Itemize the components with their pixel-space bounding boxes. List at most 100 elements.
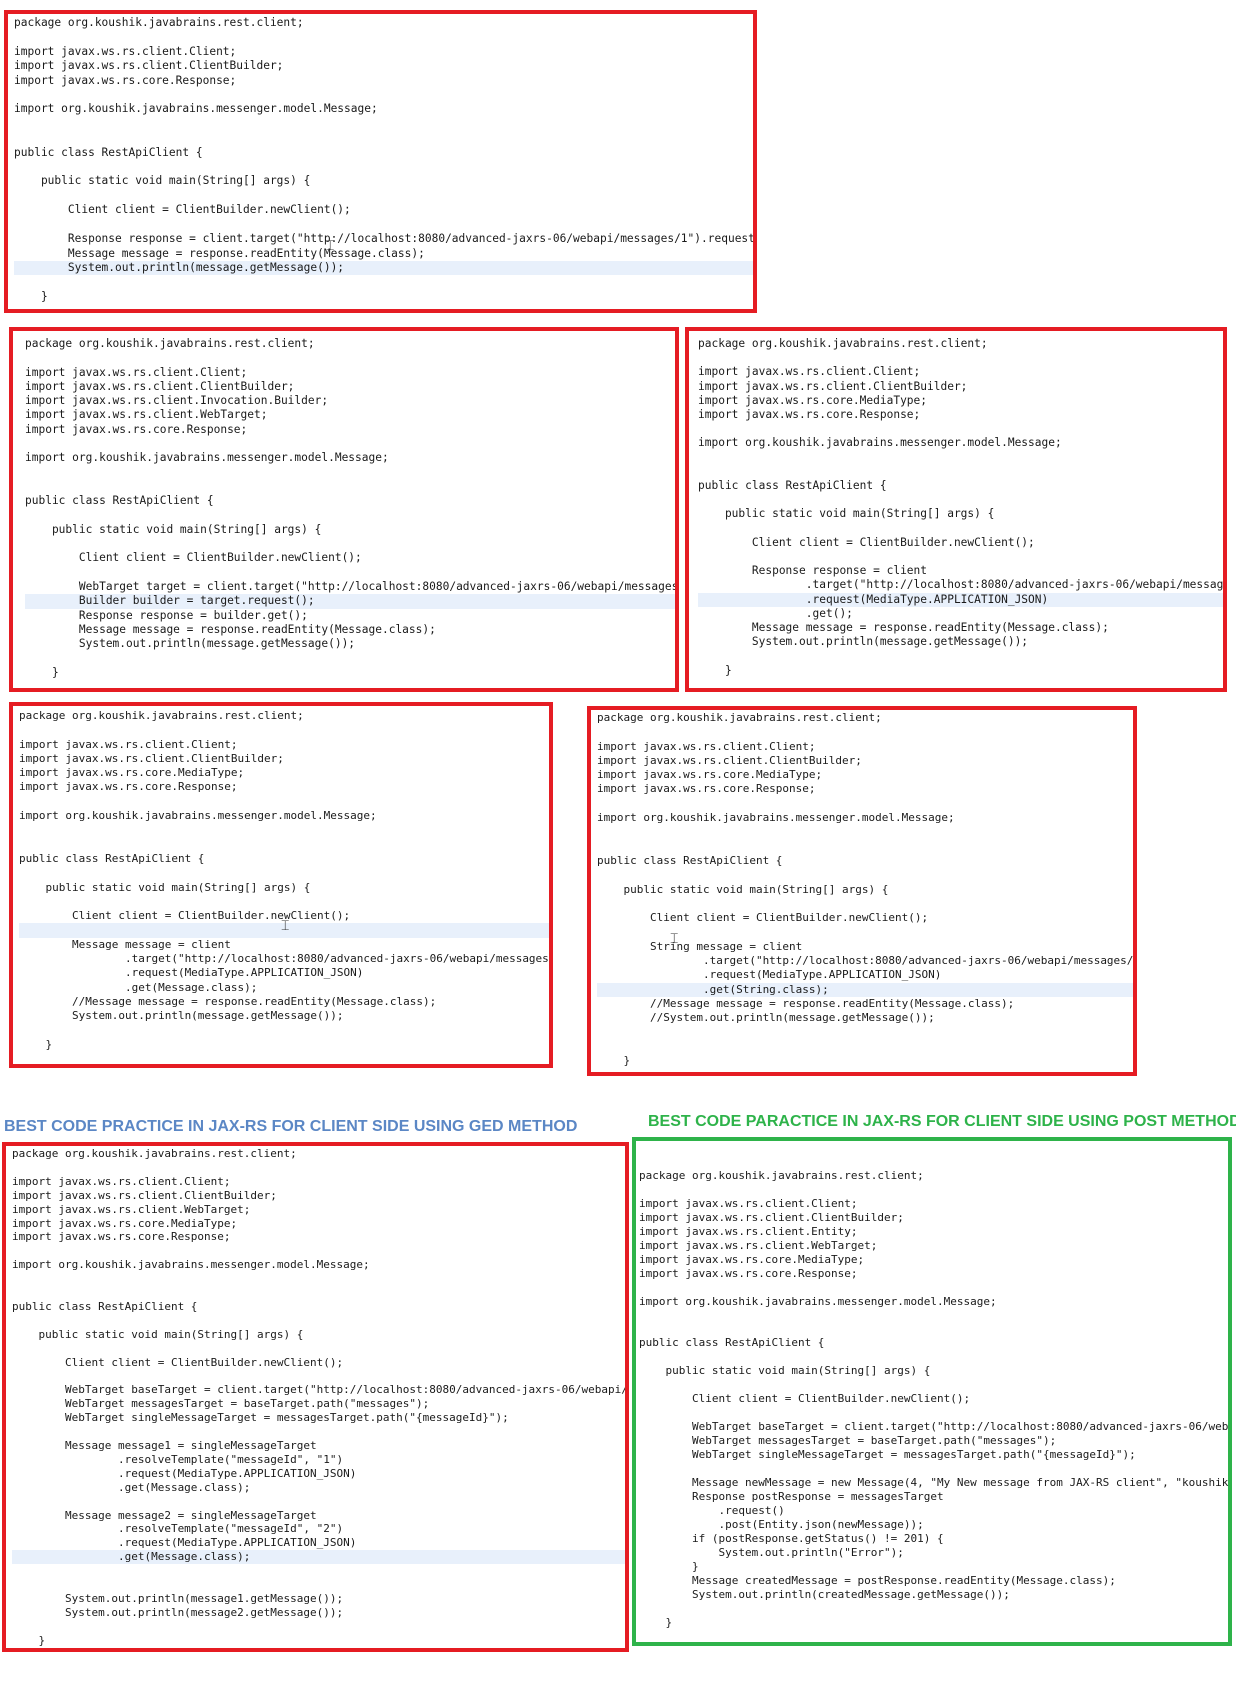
code-line: System.out.println(message.getMessage())… [14,260,753,276]
code-line: WebTarget messagesTarget = baseTarget.pa… [639,1434,1057,1448]
code-line: public static void main(String[] args) { [597,882,889,896]
code-line: import javax.ws.rs.client.Client; [698,365,921,379]
code-line: import javax.ws.rs.client.Entity; [639,1224,858,1238]
code-panel-get-string-class: package org.koushik.javabrains.rest.clie… [587,706,1137,1076]
code-editor[interactable]: package org.koushik.javabrains.rest.clie… [591,710,1133,1072]
code-line: package org.koushik.javabrains.rest.clie… [597,711,882,724]
code-editor[interactable]: package org.koushik.javabrains.rest.clie… [636,1141,1232,1642]
code-line: import javax.ws.rs.core.MediaType; [597,768,823,782]
code-line: Message message = response.readEntity(Me… [14,246,425,260]
code-line: package org.koushik.javabrains.rest.clie… [12,1147,297,1160]
code-line: .request(MediaType.APPLICATION_JSON) [12,1536,357,1550]
code-line: Response postResponse = messagesTarget [639,1489,944,1503]
code-line: .request(MediaType.APPLICATION_JSON) [19,966,364,980]
code-line: import org.koushik.javabrains.messenger.… [25,451,389,465]
code-line: public static void main(String[] args) { [639,1364,931,1378]
code-line: } [19,1037,53,1051]
code-line: } [19,1066,549,1068]
code-editor[interactable]: package org.koushik.javabrains.rest.clie… [6,1146,629,1649]
code-line: import org.koushik.javabrains.messenger.… [14,102,378,116]
code-line: WebTarget singleMessageTarget = messages… [639,1448,1136,1462]
code-line: Client client = ClientBuilder.newClient(… [639,1392,971,1406]
caption-get-method: BEST CODE PRACTICE IN JAX-RS FOR CLIENT … [4,1118,578,1135]
code-line: System.out.println(message2.getMessage()… [12,1605,344,1619]
code-line: System.out.println(message.getMessage())… [19,1009,344,1023]
code-line: import javax.ws.rs.client.Client; [597,739,816,753]
code-line: import javax.ws.rs.client.ClientBuilder; [639,1210,904,1224]
code-line: WebTarget baseTarget = client.target("ht… [639,1420,1232,1434]
code-line: .resolveTemplate("messageId", "2") [12,1522,344,1536]
text-cursor-icon: ⌶ [326,238,335,254]
code-line: import javax.ws.rs.core.Response; [639,1266,858,1280]
code-line: Message message = response.readEntity(Me… [25,622,436,636]
code-line: WebTarget baseTarget = client.target("ht… [12,1383,629,1397]
code-line: System.out.println(createdMessage.getMes… [639,1587,1010,1601]
code-editor[interactable]: package org.koushik.javabrains.rest.clie… [13,331,679,688]
code-line: .get(String.class); [597,982,1133,997]
code-line: import javax.ws.rs.core.MediaType; [12,1216,238,1230]
code-line: public static void main(String[] args) { [25,522,322,536]
code-line: import javax.ws.rs.core.Response; [14,73,237,87]
code-editor[interactable]: package org.koushik.javabrains.rest.clie… [8,14,753,309]
code-line: package org.koushik.javabrains.rest.clie… [14,16,304,29]
code-line: Message message = client [19,937,231,951]
code-line: import org.koushik.javabrains.messenger.… [597,811,955,825]
code-line: Client client = ClientBuilder.newClient(… [25,551,362,565]
code-line: import javax.ws.rs.client.ClientBuilder; [698,379,968,393]
code-line: Builder builder = target.request(); [25,594,675,609]
code-panel-best-practice-get: package org.koushik.javabrains.rest.clie… [2,1142,629,1652]
code-line: } [639,1615,673,1629]
code-line: .request(MediaType.APPLICATION_JSON) [12,1466,357,1480]
code-line: import javax.ws.rs.core.Response; [12,1230,231,1244]
code-line: import javax.ws.rs.client.ClientBuilder; [25,379,295,393]
code-line: package org.koushik.javabrains.rest.clie… [25,337,315,350]
code-line: import javax.ws.rs.client.Client; [14,44,237,58]
code-line: Message message = response.readEntity(Me… [698,621,1109,635]
code-panel-best-practice-post: package org.koushik.javabrains.rest.clie… [632,1137,1232,1646]
code-line: } [25,665,59,679]
code-editor[interactable]: package org.koushik.javabrains.rest.clie… [689,331,1223,688]
code-line: import javax.ws.rs.client.WebTarget; [12,1202,251,1216]
code-line: WebTarget target = client.target("http:/… [25,580,679,594]
code-editor[interactable]: package org.koushik.javabrains.rest.clie… [13,706,549,1068]
code-line: public static void main(String[] args) { [19,880,311,894]
code-line: .request() [639,1503,785,1517]
